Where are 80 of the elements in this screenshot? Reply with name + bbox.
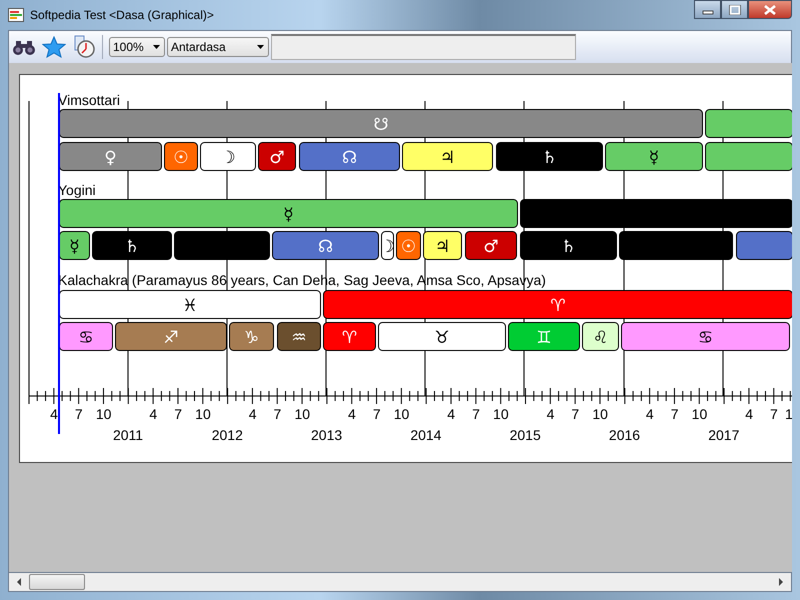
period-bar — [736, 231, 792, 260]
month-label: 4 — [745, 406, 753, 422]
year-label: 2014 — [410, 427, 442, 443]
month-label: 7 — [770, 406, 778, 422]
maximize-button[interactable] — [721, 0, 748, 19]
period-bar: ☉ — [396, 231, 421, 260]
period-bar: ♃ — [402, 142, 493, 171]
month-label: 10 — [195, 406, 211, 422]
period-bar: ☊ — [299, 142, 400, 171]
month-label: 10 — [294, 406, 310, 422]
month-label: 4 — [646, 406, 654, 422]
period-bar: ☿ — [59, 199, 518, 228]
month-label: 4 — [50, 406, 58, 422]
period-bar: ☿ — [59, 231, 90, 260]
app-icon — [8, 8, 24, 22]
section-label: Vimsottari — [58, 92, 120, 108]
month-label: 1 — [785, 406, 792, 422]
month-label: 7 — [472, 406, 480, 422]
period-bar: ♓ — [59, 290, 321, 319]
period-bar: ♐ — [115, 322, 227, 351]
month-label: 7 — [571, 406, 580, 422]
month-label: 10 — [96, 406, 112, 422]
clock-icon[interactable] — [72, 35, 96, 59]
dasa-level-dropdown[interactable]: Antardasa — [167, 37, 269, 57]
period-bar: ♊ — [508, 322, 580, 351]
period-bar: ☋ — [59, 109, 703, 138]
month-label: 4 — [447, 406, 456, 422]
month-label: 7 — [670, 406, 679, 422]
period-bar: ♃ — [423, 231, 462, 260]
section-label: Yogini — [58, 182, 96, 198]
period-bar: ♂ — [465, 231, 517, 260]
zoom-dropdown[interactable]: 100% — [109, 37, 165, 57]
horizontal-scrollbar[interactable] — [8, 572, 792, 592]
month-label: 10 — [394, 406, 410, 422]
year-label: 2016 — [608, 427, 640, 443]
period-bar: ♄ — [92, 231, 172, 260]
scroll-left-icon[interactable] — [15, 578, 23, 586]
close-button[interactable] — [748, 0, 792, 19]
year-label: 2012 — [212, 427, 243, 443]
month-label: 7 — [372, 406, 381, 422]
dropdown-arrow-icon — [153, 45, 160, 49]
month-label: 10 — [592, 406, 608, 422]
minimize-button[interactable] — [694, 0, 721, 19]
period-bar: ♌ — [582, 322, 619, 351]
window-title: Softpedia Test <Dasa (Graphical)> — [30, 8, 214, 22]
period-bar: ☉ — [164, 142, 198, 171]
month-label: 7 — [274, 406, 282, 422]
month-label: 10 — [493, 406, 509, 422]
period-bar: ♋ — [621, 322, 790, 351]
month-label: 4 — [546, 406, 554, 422]
period-bar: ☊ — [272, 231, 379, 260]
period-bar: ♀ — [59, 142, 162, 171]
month-label: 4 — [348, 406, 356, 422]
month-label: 10 — [692, 406, 708, 422]
close-icon — [763, 4, 777, 14]
period-bar: ♈ — [323, 322, 376, 351]
period-bar: ♂ — [258, 142, 296, 171]
period-bar: ♑ — [229, 322, 274, 351]
text-field[interactable] — [271, 34, 576, 60]
year-label: 2013 — [311, 427, 342, 443]
month-label: 4 — [248, 406, 256, 422]
year-label: 2011 — [112, 427, 144, 443]
month-label: 4 — [149, 406, 158, 422]
period-bar: ♒ — [277, 322, 321, 351]
period-bar: ♈ — [323, 290, 792, 319]
scroll-thumb[interactable] — [29, 574, 85, 590]
period-bar: ☿ — [605, 142, 703, 171]
month-label: 7 — [174, 406, 182, 422]
period-bar: ♋ — [59, 322, 113, 351]
period-bar: ♉ — [378, 322, 506, 351]
star-icon[interactable] — [42, 36, 66, 58]
period-bar: ♄ — [496, 142, 603, 171]
maximize-icon — [728, 4, 740, 14]
year-label: 2015 — [510, 427, 541, 443]
period-bar: ♄ — [520, 231, 617, 260]
scroll-right-icon[interactable] — [777, 578, 785, 586]
period-bar: ☽ — [200, 142, 256, 171]
year-label: 2017 — [708, 427, 740, 443]
dropdown-arrow-icon — [257, 45, 264, 49]
month-label: 7 — [74, 406, 83, 422]
